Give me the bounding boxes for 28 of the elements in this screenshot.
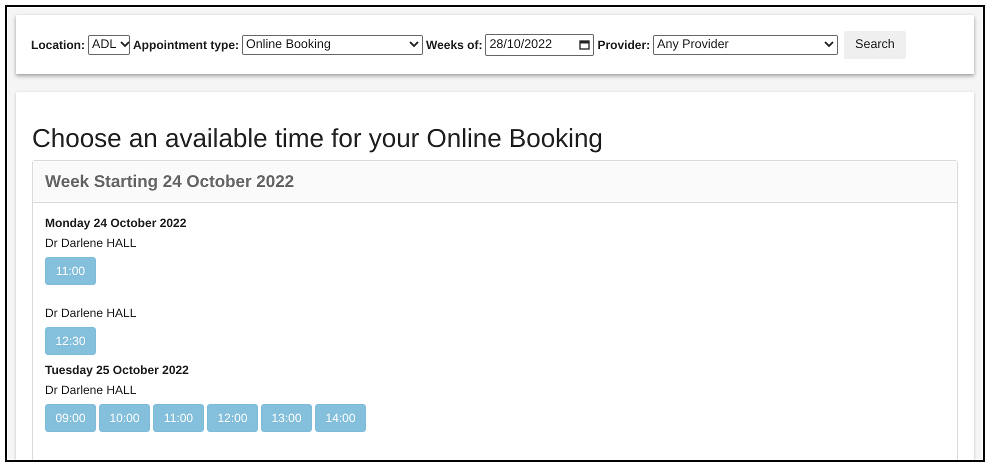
chevron-down-icon <box>409 41 419 48</box>
dropdown[interactable]: Online Booking <box>242 34 423 54</box>
time-slot-button[interactable]: 12:00 <box>207 404 258 432</box>
time-slot-button[interactable]: 09:00 <box>45 404 96 432</box>
time-slot-button[interactable]: 13:00 <box>261 404 312 432</box>
search-button[interactable]: Search <box>844 30 906 58</box>
dropdown[interactable]: Any Provider <box>653 34 838 54</box>
field-label: Weeks of: <box>426 36 482 54</box>
date-field[interactable]: 28/10/2022 <box>485 34 594 56</box>
day-heading: Monday 24 October 2022 <box>45 215 188 231</box>
dropdown[interactable]: ADL <box>88 34 130 54</box>
provider-name: Dr Darlene HALL <box>45 382 138 398</box>
chevron-down-icon <box>824 41 834 48</box>
time-slot-button[interactable]: 14:00 <box>315 404 366 432</box>
field-label: Provider: <box>597 36 650 54</box>
page-title: Choose an available time for your Online Booking <box>32 122 604 154</box>
field-label: Location: <box>31 36 85 54</box>
time-slot-button[interactable]: 11:00 <box>153 404 204 432</box>
provider-name: Dr Darlene HALL <box>45 235 138 251</box>
time-slot-button[interactable]: 12:30 <box>45 327 96 355</box>
week-heading: Week Starting 24 October 2022 <box>33 161 957 203</box>
calendar-icon <box>579 39 590 50</box>
time-slot-button[interactable]: 11:00 <box>45 257 96 285</box>
chevron-down-icon <box>120 41 130 48</box>
provider-name: Dr Darlene HALL <box>45 305 138 321</box>
time-slot-button[interactable]: 10:00 <box>99 404 150 432</box>
day-heading: Tuesday 25 October 2022 <box>45 362 190 378</box>
field-label: Appointment type: <box>133 36 239 54</box>
